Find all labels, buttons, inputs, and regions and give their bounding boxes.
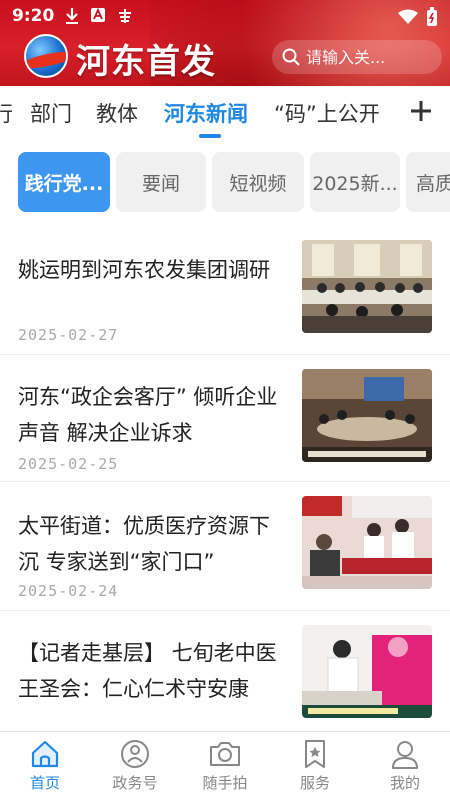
subtab-headlines[interactable]: 要闻: [116, 152, 206, 212]
profile-icon: [392, 741, 418, 769]
channel-tab-jiaoti[interactable]: 教体: [96, 98, 138, 128]
add-channel-icon[interactable]: [408, 96, 434, 126]
news-item[interactable]: 【记者走基层】 七旬老中医王圣会：仁心仁术守安康: [0, 611, 450, 731]
nav-label: 首页: [29, 774, 60, 792]
bug-notification-icon: [119, 9, 131, 23]
nav-label: 随手拍: [202, 774, 248, 792]
nav-home[interactable]: 首页: [0, 738, 90, 793]
app-header: 9:20 河东首发: [0, 0, 450, 86]
search-input[interactable]: [306, 47, 434, 67]
news-item[interactable]: 太平街道：优质医疗资源下沉 专家送到“家门口” 2025-02-24: [0, 482, 450, 610]
subtab-short-video[interactable]: 短视频: [212, 152, 304, 212]
home-icon: [31, 740, 59, 768]
news-date: 2025-02-27: [18, 326, 119, 344]
news-thumbnail-image: [302, 369, 432, 462]
news-thumbnail-image: [302, 240, 432, 333]
news-title: 【记者走基层】 七旬老中医王圣会：仁心仁术守安康: [18, 641, 277, 701]
app-logo-icon: [24, 34, 68, 78]
search-box[interactable]: [272, 40, 442, 74]
channel-tab-bumen[interactable]: 部门: [30, 98, 72, 128]
nav-label: 我的: [389, 774, 420, 792]
channel-tab-code-public[interactable]: “码”上公开: [274, 98, 380, 128]
nav-label: 政务号: [112, 774, 158, 792]
news-item[interactable]: 河东“政企会客厅” 倾听企业声音 解决企业诉求 2025-02-25: [0, 355, 450, 481]
gov-account-icon: [121, 740, 149, 768]
status-bar: 9:20: [0, 0, 450, 34]
news-title: 太平街道：优质医疗资源下沉 专家送到“家门口”: [18, 514, 270, 574]
news-thumbnail-image: [302, 496, 432, 589]
status-time: 9:20: [12, 6, 55, 26]
news-title: 姚运明到河东农发集团调研: [18, 258, 270, 282]
sub-category-tabs: 践行党... 要闻 短视频 2025新... 高质: [0, 150, 450, 214]
active-channel-indicator: [199, 134, 221, 138]
wifi-icon: [398, 9, 418, 24]
battery-icon: [427, 7, 437, 26]
subtab-party[interactable]: 践行党...: [18, 152, 110, 212]
bottom-navigation: 首页 政务号 随手拍 服务 我的: [0, 731, 450, 797]
nav-service[interactable]: 服务: [270, 738, 360, 793]
news-item[interactable]: 姚运明到河东农发集团调研 2025-02-27: [0, 226, 450, 354]
app-notification-icon: [91, 7, 105, 22]
news-date: 2025-02-25: [18, 455, 119, 473]
search-icon: [282, 48, 300, 66]
subtab-high-quality[interactable]: 高质: [406, 152, 450, 212]
news-title: 河东“政企会客厅” 倾听企业声音 解决企业诉求: [18, 385, 278, 445]
nav-profile[interactable]: 我的: [360, 738, 450, 793]
nav-gov-account[interactable]: 政务号: [90, 738, 180, 793]
channel-tab-hedong-news[interactable]: 河东新闻: [164, 98, 248, 128]
service-bookmark-icon: [305, 740, 325, 768]
subtab-2025[interactable]: 2025新...: [310, 152, 400, 212]
channel-tabs: 行 部门 教体 河东新闻 “码”上公开: [0, 86, 450, 142]
news-thumbnail-image: [302, 625, 432, 718]
app-brand-title: 河东首发: [76, 42, 216, 82]
download-icon: [66, 8, 78, 24]
channel-tab[interactable]: 行: [0, 98, 13, 128]
camera-icon: [210, 742, 240, 766]
news-date: 2025-02-24: [18, 582, 119, 600]
nav-label: 服务: [299, 774, 330, 792]
nav-snapshot[interactable]: 随手拍: [180, 738, 270, 793]
